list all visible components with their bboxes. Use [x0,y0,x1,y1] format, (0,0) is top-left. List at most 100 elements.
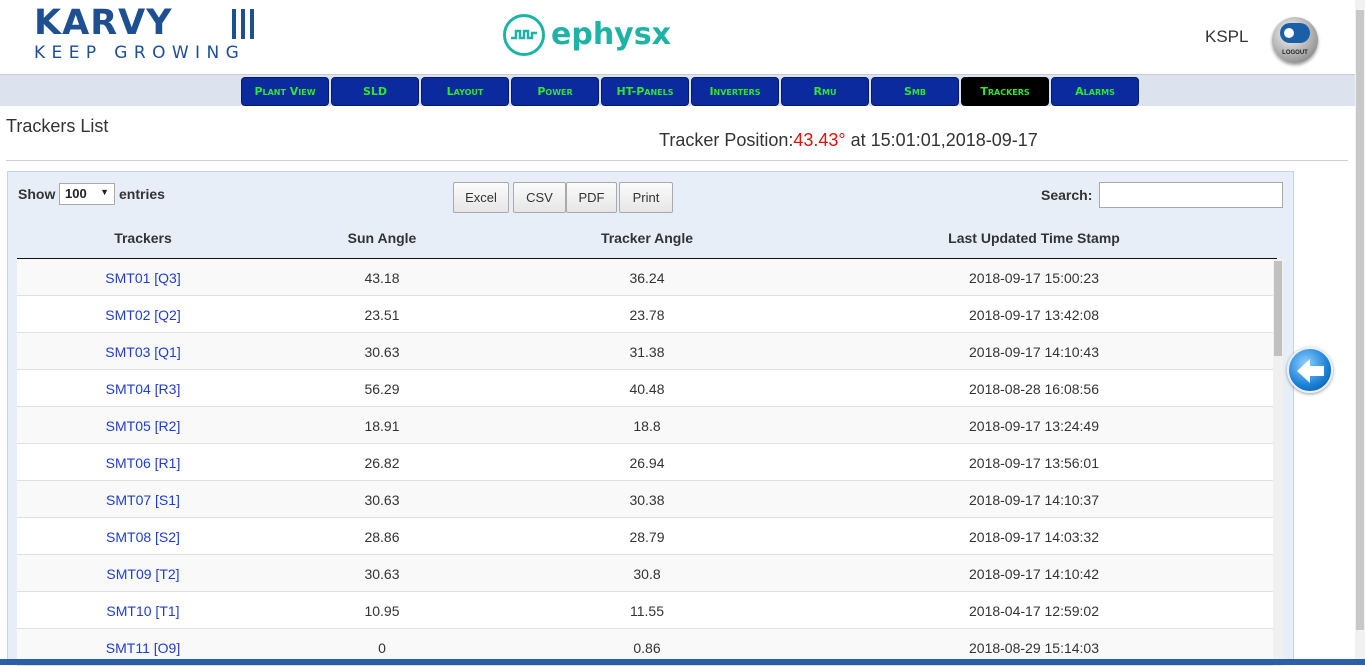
tracker-position-label: Tracker Position: [659,130,794,150]
tracker-angle-cell: 23.78 [629,307,665,323]
nav-rmu[interactable]: Rmu [781,77,869,106]
brand-tagline: KEEP GROWING [34,43,246,63]
nav-alarms[interactable]: Alarms [1051,77,1139,106]
tracker-angle-cell: 28.79 [629,529,665,545]
tracker-angle-cell: 30.38 [629,492,665,508]
timestamp-cell: 2018-09-17 14:10:43 [969,344,1099,360]
header: KARVY KEEP GROWING ephysx KSPL LOGOUT [0,0,1365,74]
tracker-link[interactable]: SMT03 [Q1] [68,344,218,360]
tracker-angle-cell: 40.48 [629,381,665,397]
table-row: SMT10 [T1] 10.95 11.55 2018-04-17 12:59:02 [17,592,1273,629]
ephysx-wave-icon [503,14,545,56]
nav-power[interactable]: Power [511,77,599,106]
partner-name: ephysx [551,17,671,52]
nav-inverters[interactable]: Inverters [691,77,779,106]
entries-label: entries [119,186,165,202]
table-row: SMT07 [S1] 30.63 30.38 2018-09-17 14:10:37 [17,481,1273,518]
logout-icon [1280,23,1310,43]
table-scrollbar-thumb[interactable] [1274,261,1282,356]
sun-angle-cell: 10.95 [364,603,400,619]
timestamp-cell: 2018-09-17 14:10:42 [969,566,1099,582]
table-row: SMT02 [Q2] 23.51 23.78 2018-09-17 13:42:08 [17,296,1273,333]
table-row: SMT01 [Q3] 43.18 36.24 2018-09-17 15:00:23 [17,259,1273,296]
tracker-link[interactable]: SMT11 [O9] [68,640,218,656]
main-nav: Plant View SLD Layout Power HT-Panels In… [0,74,1365,106]
timestamp-cell: 2018-08-29 15:14:03 [969,640,1099,656]
table-row: SMT09 [T2] 30.63 30.8 2018-09-17 14:10:42 [17,555,1273,592]
tracker-angle-cell: 0.86 [633,640,661,656]
sun-angle-cell: 56.29 [364,381,400,397]
timestamp-cell: 2018-04-17 12:59:02 [969,603,1099,619]
tracker-angle-cell: 31.38 [629,344,665,360]
column-header-tracker-angle[interactable]: Tracker Angle [547,230,747,246]
column-header-trackers[interactable]: Trackers [68,230,218,246]
nav-layout[interactable]: Layout [421,77,509,106]
excel-button[interactable]: Excel [453,182,509,213]
column-header-timestamp[interactable]: Last Updated Time Stamp [884,230,1184,246]
page-title: Trackers List [6,116,109,136]
tracker-position: Tracker Position:43.43° at 15:01:01,2018… [659,130,1038,151]
nav-trackers[interactable]: Trackers [961,77,1049,106]
tracker-link[interactable]: SMT10 [T1] [68,603,218,619]
tracker-link[interactable]: SMT09 [T2] [68,566,218,582]
sun-angle-cell: 28.86 [364,529,400,545]
timestamp-cell: 2018-09-17 15:00:23 [969,270,1099,286]
timestamp-cell: 2018-09-17 13:56:01 [969,455,1099,471]
timestamp-cell: 2018-09-17 13:42:08 [969,307,1099,323]
tracker-angle-cell: 30.8 [633,566,661,582]
page-size-value: 100 [65,186,87,201]
sun-angle-cell: 30.63 [364,566,400,582]
logout-label: LOGOUT [1282,50,1308,56]
table-body: SMT01 [Q3] 43.18 36.24 2018-09-17 15:00:23 S… [17,259,1273,666]
tracker-link[interactable]: SMT01 [Q3] [68,270,218,286]
tracker-position-time: at 15:01:01,2018-09-17 [845,130,1038,150]
karvy-logo[interactable]: KARVY KEEP GROWING [34,5,274,65]
sun-angle-cell: 26.82 [364,455,400,471]
page-scrollbar-thumb[interactable] [1356,10,1364,630]
table-row: SMT05 [R2] 18.91 18.8 2018-09-17 13:24:49 [17,407,1273,444]
print-button[interactable]: Print [619,182,673,213]
sun-angle-cell: 30.63 [364,344,400,360]
nav-smb[interactable]: Smb [871,77,959,106]
tracker-link[interactable]: SMT04 [R3] [68,381,218,397]
tracker-angle-cell: 18.8 [633,418,661,434]
title-divider [6,160,1348,161]
back-button[interactable] [1287,347,1333,393]
page-size-select[interactable]: 100 ▼ [59,183,115,205]
sun-angle-cell: 43.18 [364,270,400,286]
show-label: Show [18,186,56,202]
sun-angle-cell: 0 [378,640,386,656]
tracker-position-value: 43.43° [793,130,846,150]
timestamp-cell: 2018-09-17 13:24:49 [969,418,1099,434]
table-row: SMT04 [R3] 56.29 40.48 2018-08-28 16:08:56 [17,370,1273,407]
tracker-link[interactable]: SMT07 [S1] [68,492,218,508]
table-row: SMT08 [S2] 28.86 28.79 2018-09-17 14:03:32 [17,518,1273,555]
trackers-table-panel: Show 100 ▼ entries Excel CSV PDF Print S… [7,171,1294,666]
table-row: SMT03 [Q1] 30.63 31.38 2018-09-17 14:10:43 [17,333,1273,370]
tracker-angle-cell: 36.24 [629,270,665,286]
search-label: Search: [1041,187,1093,203]
taskbar [0,659,1365,665]
timestamp-cell: 2018-09-17 14:03:32 [969,529,1099,545]
pdf-button[interactable]: PDF [566,182,617,213]
nav-sld[interactable]: SLD [331,77,419,106]
csv-button[interactable]: CSV [513,182,566,213]
tracker-angle-cell: 26.94 [629,455,665,471]
user-name: KSPL [1205,27,1249,46]
nav-plant-view[interactable]: Plant View [241,77,329,106]
timestamp-cell: 2018-08-28 16:08:56 [969,381,1099,397]
table-row: SMT06 [R1] 26.82 26.94 2018-09-17 13:56:01 [17,444,1273,481]
tracker-link[interactable]: SMT02 [Q2] [68,307,218,323]
brand-bars-icon [232,9,268,39]
tracker-link[interactable]: SMT06 [R1] [68,455,218,471]
column-header-sun-angle[interactable]: Sun Angle [307,230,457,246]
tracker-link[interactable]: SMT05 [R2] [68,418,218,434]
brand-name: KARVY [34,3,173,43]
nav-ht-panels[interactable]: HT-Panels [601,77,689,106]
sun-angle-cell: 23.51 [364,307,400,323]
back-arrow-icon [1297,359,1324,383]
tracker-link[interactable]: SMT08 [S2] [68,529,218,545]
search-input[interactable] [1099,182,1283,208]
logout-button[interactable]: LOGOUT [1272,17,1318,63]
chevron-down-icon: ▼ [100,187,109,197]
